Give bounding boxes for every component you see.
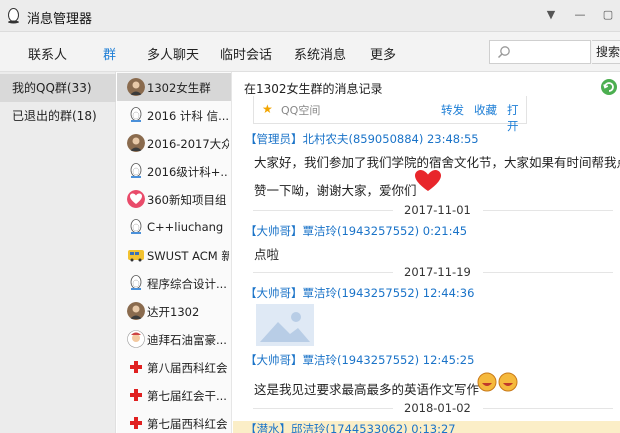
date-label: 2017-11-19 [404,265,471,279]
group-list-item[interactable]: 360新知项目组 [117,185,231,213]
category-left-groups[interactable]: 已退出的群(18) [0,102,116,130]
group-name: 第八届西科红会 [147,361,228,375]
penguin-icon [130,219,142,234]
group-list-item[interactable]: 第八届西科红会 [117,353,231,381]
message-text: 这是我见过要求最高最多的英语作文写作 [254,382,480,397]
search-input[interactable] [489,40,591,64]
group-list-item[interactable]: 2016级计科+... [117,157,231,185]
tab-groups[interactable]: 群 [103,44,116,63]
image-placeholder-icon[interactable] [256,304,314,346]
date-separator: 2017-11-19 [253,265,613,279]
tab-contacts[interactable]: 联系人 [28,44,67,63]
nav-bar: 联系人 群 多人聊天 临时会话 系统消息 更多 搜索 [0,32,620,72]
tab-temp-session[interactable]: 临时会话 [220,44,272,63]
message-meta: 【潜水】邱洁玲(1744533062) 0:13:27 [245,422,456,433]
bus-avatar-icon [128,250,144,262]
penguin-icon [130,107,142,122]
message-history-pane: 在1302女生群的消息记录 ★ QQ空间 转发 收藏 打开 【管理员】北村农夫(… [233,72,620,433]
share-source: QQ空间 [281,104,321,117]
group-avatar-icon [127,134,145,152]
tab-system-messages[interactable]: 系统消息 [294,44,346,63]
group-list-item[interactable]: 2016 计科 信... [117,101,231,129]
group-name: 2016级计科+... [147,165,229,179]
group-list-item[interactable]: 2016-2017大众... [117,129,231,157]
message-text: 大家好，我们参加了我们学院的宿舍文化节，大家如果有时间帮我点 [254,155,620,170]
maximize-button[interactable]: ▢ [601,8,615,22]
group-list-item[interactable]: 第七届红会干... [117,381,231,409]
group-name: SWUST ACM 新... [147,249,229,263]
red-cross-icon [130,361,142,373]
date-label: 2018-01-02 [404,401,471,415]
date-separator: 2017-11-01 [253,203,613,217]
group-name: 第七届红会干... [147,389,227,403]
group-list-item[interactable]: 迪拜石油富豪... [117,325,231,353]
red-cross-icon [130,417,142,429]
group-category-pane: 我的QQ群(33) 已退出的群(18) [0,72,116,433]
penguin-icon [130,275,142,290]
group-avatar-icon [127,78,145,96]
open-link[interactable]: 打开 [507,102,526,134]
date-separator: 2018-01-02 [253,401,613,415]
group-avatar-icon [127,302,145,320]
search-icon [497,46,510,59]
date-label: 2017-11-01 [404,203,471,217]
dropdown-arrow-icon[interactable]: ▼ [544,8,558,22]
message-meta: 【大帅哥】覃洁玲(1943257552) 12:44:36 [245,286,475,300]
forward-link[interactable]: 转发 [441,102,464,118]
message-text: 赞一下呦，谢谢大家，爱你们 [254,183,417,198]
group-list: 1302女生群 2016 计科 信... 2016-2017大众... 2016级计科… [117,72,232,433]
window-title: 消息管理器 [27,12,93,27]
refresh-icon[interactable] [600,78,618,96]
group-list-item[interactable]: 程序综合设计... [117,269,231,297]
message-text: 点啦 [254,247,280,262]
group-list-item[interactable]: C++liuchang [117,213,231,241]
qq-penguin-icon [8,8,19,24]
group-name: 2016 计科 信... [147,109,229,123]
minimize-button[interactable]: — [573,8,587,22]
favorite-link[interactable]: 收藏 [474,102,497,118]
group-name: 360新知项目组 [147,193,227,207]
chat-header: 在1302女生群的消息记录 [244,82,383,96]
category-my-groups[interactable]: 我的QQ群(33) [0,74,116,102]
title-bar: 消息管理器 ▼ — ▢ [0,0,620,32]
tab-multi-chat[interactable]: 多人聊天 [147,44,199,63]
group-name: 第七届西科红会 [147,417,228,431]
group-list-item[interactable]: 第七届西科红会 [117,409,231,433]
star-icon: ★ [262,102,273,116]
heart-avatar-icon [127,190,145,208]
red-cross-icon [130,389,142,401]
search-button[interactable]: 搜索 [592,40,620,64]
group-name: 2016-2017大众... [147,137,229,151]
group-name: 程序综合设计... [147,277,227,291]
share-card: ★ QQ空间 转发 收藏 打开 [253,96,527,133]
group-name: 迪拜石油富豪... [147,333,227,347]
tab-more[interactable]: 更多 [370,44,396,63]
message-meta: 【管理员】北村农夫(859050884) 23:48:55 [245,132,479,146]
group-name: C++liuchang [147,220,224,234]
group-list-item[interactable]: SWUST ACM 新... [117,241,231,269]
message-meta: 【大帅哥】覃洁玲(1943257552) 12:45:25 [245,353,475,367]
group-name: 达开1302 [147,305,200,319]
penguin-icon [130,163,142,178]
message-meta: 【大帅哥】覃洁玲(1943257552) 0:21:45 [245,224,468,238]
group-list-item[interactable]: 1302女生群 [117,73,231,101]
cartoon-avatar-icon [127,330,145,348]
laughing-emoji-icon [477,372,518,392]
heart-emoji-icon [415,170,441,191]
group-name: 1302女生群 [147,81,211,95]
group-list-item[interactable]: 达开1302 [117,297,231,325]
